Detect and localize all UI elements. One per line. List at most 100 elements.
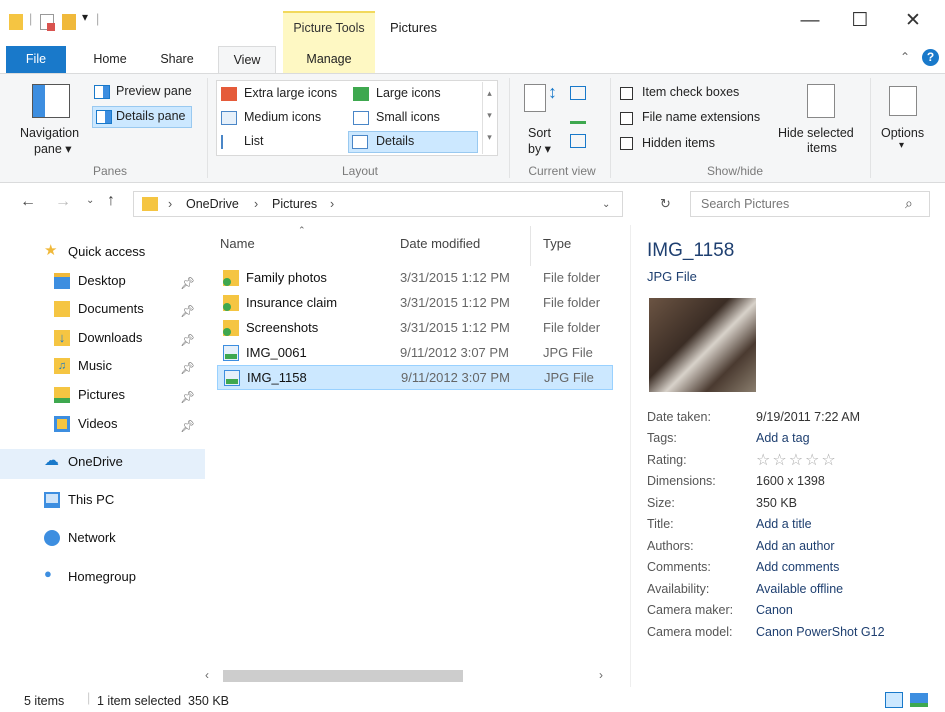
- pin-icon[interactable]: 📌︎: [180, 333, 195, 347]
- help-icon[interactable]: ?: [922, 49, 939, 66]
- table-row[interactable]: Insurance claim 3/31/2015 1:12 PM File f…: [217, 291, 613, 316]
- new-folder-icon[interactable]: [62, 14, 76, 30]
- prop-key: Date taken:: [647, 410, 711, 424]
- folder-icon[interactable]: [9, 14, 23, 30]
- refresh-icon[interactable]: ↻: [660, 196, 671, 212]
- properties-icon[interactable]: [40, 14, 55, 31]
- breadcrumb-onedrive[interactable]: OneDrive: [186, 197, 239, 211]
- prop-date-taken[interactable]: 9/19/2011 7:22 AM: [756, 410, 860, 424]
- prop-key: Authors:: [647, 539, 694, 553]
- navigation-pane-label[interactable]: Navigation: [20, 126, 79, 140]
- back-icon[interactable]: ←: [20, 193, 36, 211]
- list-option[interactable]: List: [244, 134, 263, 148]
- onedrive-icon: ☁: [44, 452, 59, 469]
- scroll-left-icon[interactable]: ‹: [205, 668, 209, 682]
- search-box[interactable]: Search Pictures ⌕: [690, 191, 930, 217]
- hidden-items-checkbox[interactable]: [620, 137, 633, 150]
- sort-by-button[interactable]: Sort: [528, 126, 551, 140]
- tab-home[interactable]: Home: [84, 46, 136, 73]
- breadcrumb-separator: ›: [254, 197, 259, 211]
- tab-view[interactable]: View: [218, 46, 276, 73]
- ribbon-separator: [207, 78, 208, 178]
- ribbon-separator: [610, 78, 611, 178]
- sort-by-icon: [524, 84, 546, 112]
- up-icon[interactable]: ↑: [107, 192, 115, 210]
- extra-large-icons-option[interactable]: Extra large icons: [244, 86, 337, 100]
- large-icons-view-icon[interactable]: [910, 693, 928, 707]
- sort-by-dropdown[interactable]: by ▾: [528, 141, 551, 156]
- file-name-extensions-checkbox[interactable]: [620, 112, 633, 125]
- pin-icon[interactable]: 📌︎: [180, 419, 195, 433]
- context-tab-label: Picture Tools: [293, 21, 365, 35]
- videos-icon: [54, 416, 70, 432]
- prop-comments[interactable]: Add comments: [756, 560, 839, 574]
- folder-icon: [223, 270, 239, 286]
- navigation-pane-dropdown[interactable]: pane ▾: [34, 141, 72, 156]
- table-row[interactable]: Screenshots 3/31/2015 1:12 PM File folde…: [217, 316, 613, 341]
- ribbon-tabs: File Home Share View Manage ⌃ ?: [0, 46, 945, 73]
- layout-scroll[interactable]: ▴ ▾ ▾: [482, 82, 496, 154]
- collapse-ribbon-icon[interactable]: ⌃: [900, 50, 910, 64]
- details-pane: IMG_1158 JPG File Date taken: 9/19/2011 …: [630, 225, 945, 687]
- panes-group-label: Panes: [92, 164, 128, 178]
- ribbon: Navigation pane ▾ Preview pane Details p…: [0, 73, 945, 183]
- prop-camera-maker[interactable]: Canon: [756, 603, 793, 617]
- table-row[interactable]: Family photos 3/31/2015 1:12 PM File fol…: [217, 266, 613, 291]
- pin-icon[interactable]: 📌︎: [180, 390, 195, 404]
- size-columns-icon[interactable]: [570, 134, 586, 148]
- item-check-boxes-checkbox[interactable]: [620, 87, 633, 100]
- close-button[interactable]: ✕: [893, 8, 933, 36]
- item-count: 5 items: [24, 694, 65, 708]
- add-columns-icon[interactable]: [570, 110, 586, 124]
- breadcrumb-pictures[interactable]: Pictures: [272, 197, 317, 211]
- column-divider[interactable]: [530, 226, 531, 266]
- star-icon: ★: [44, 242, 58, 259]
- search-icon[interactable]: ⌕: [905, 195, 913, 212]
- prop-key: Size:: [647, 496, 675, 510]
- status-divider: |: [87, 691, 91, 705]
- minimize-button[interactable]: —: [790, 8, 830, 36]
- scroll-right-icon[interactable]: ›: [599, 668, 603, 682]
- details-view-icon[interactable]: [885, 692, 903, 708]
- pin-icon[interactable]: 📌︎: [180, 304, 195, 318]
- prop-camera-model[interactable]: Canon PowerShot G12: [756, 625, 885, 639]
- large-icons-option[interactable]: Large icons: [376, 86, 441, 100]
- forward-icon[interactable]: →: [55, 193, 71, 211]
- recent-locations-icon[interactable]: ⌄: [86, 195, 94, 206]
- tab-manage[interactable]: Manage: [283, 46, 375, 73]
- horizontal-scrollbar[interactable]: ‹ ›: [205, 666, 615, 686]
- prop-title[interactable]: Add a title: [756, 517, 812, 531]
- maximize-button[interactable]: ☐: [840, 8, 880, 36]
- column-header-name[interactable]: Name: [220, 236, 255, 251]
- pin-icon[interactable]: 📌︎: [180, 361, 195, 375]
- prop-availability[interactable]: Available offline: [756, 582, 843, 596]
- preview-pane-icon: [94, 85, 110, 99]
- tab-share[interactable]: Share: [150, 46, 204, 73]
- details-icon: [352, 135, 368, 149]
- small-icons-icon: [353, 111, 369, 125]
- options-button[interactable]: Options: [881, 126, 924, 140]
- column-header-date-modified[interactable]: Date modified: [400, 236, 480, 251]
- hide-selected-items-button[interactable]: Hide selected: [778, 126, 854, 140]
- preview-pane-button[interactable]: Preview pane: [116, 84, 192, 98]
- scrollbar-thumb[interactable]: [223, 670, 463, 682]
- table-row-selected[interactable]: IMG_1158 9/11/2012 3:07 PM JPG File: [217, 365, 613, 390]
- group-by-icon[interactable]: [570, 86, 586, 100]
- qat-dropdown-icon[interactable]: ▾: [82, 10, 88, 24]
- address-dropdown-icon[interactable]: ⌄: [602, 199, 610, 210]
- options-dropdown-icon[interactable]: ▾: [899, 140, 904, 151]
- table-row[interactable]: IMG_0061 9/11/2012 3:07 PM JPG File: [217, 341, 613, 366]
- tab-file[interactable]: File: [6, 46, 66, 73]
- address-bar[interactable]: › OneDrive › Pictures › ⌄: [133, 191, 623, 217]
- medium-icons-option[interactable]: Medium icons: [244, 110, 321, 124]
- prop-authors[interactable]: Add an author: [756, 539, 835, 553]
- pin-icon[interactable]: 📌︎: [180, 276, 195, 290]
- prop-key: Title:: [647, 517, 674, 531]
- prop-tags[interactable]: Add a tag: [756, 431, 810, 445]
- search-input[interactable]: Search Pictures: [701, 197, 789, 211]
- hide-selected-icon: [807, 84, 835, 118]
- rating-stars[interactable]: ☆☆☆☆☆: [756, 450, 838, 470]
- column-header-type[interactable]: Type: [543, 236, 571, 251]
- item-check-boxes-label: Item check boxes: [642, 85, 740, 99]
- small-icons-option[interactable]: Small icons: [376, 110, 440, 124]
